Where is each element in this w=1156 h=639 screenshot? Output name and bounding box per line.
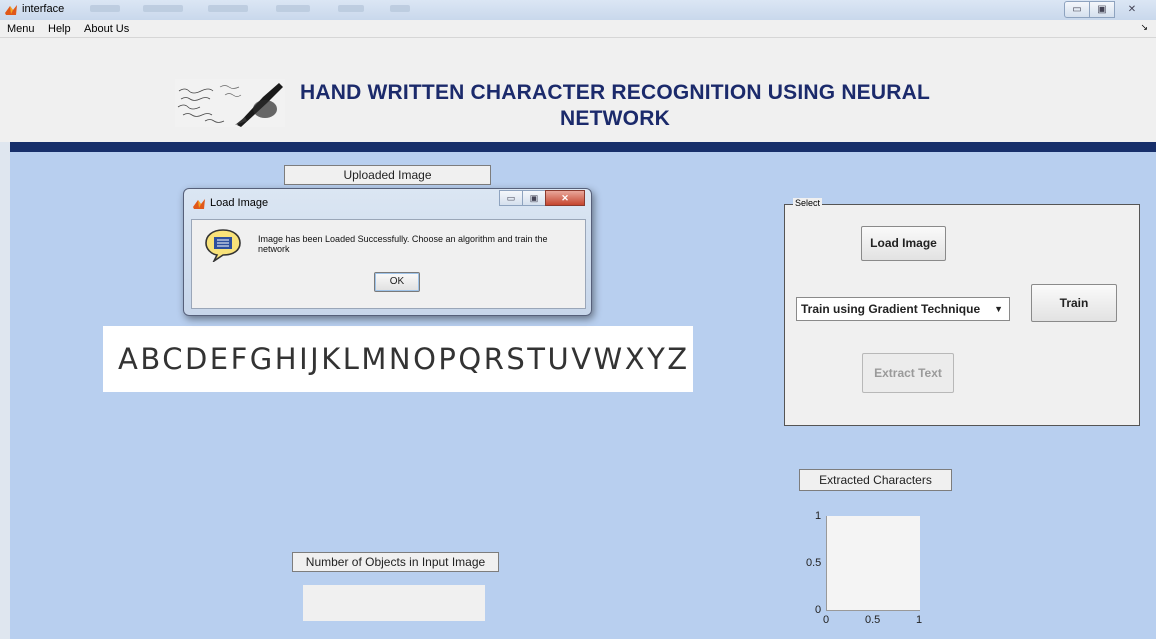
y-tick-label: 0.5 <box>806 557 822 569</box>
load-image-button[interactable]: Load Image <box>861 226 946 261</box>
x-tick-label: 1 <box>916 614 923 626</box>
window-controls: ▭ ▣ ✕ <box>1064 1 1150 18</box>
dialog-message: Image has been Loaded Successfully. Choo… <box>258 234 548 254</box>
page-title: HAND WRITTEN CHARACTER RECOGNITION USING… <box>290 80 940 132</box>
blurred-tab <box>390 5 410 12</box>
close-button[interactable]: ✕ <box>1114 1 1150 18</box>
app-header: HAND WRITTEN CHARACTER RECOGNITION USING… <box>0 38 1156 142</box>
dialog-controls: ▭ ▣ ✕ <box>499 190 585 206</box>
blurred-tab <box>208 5 248 12</box>
number-of-objects-field <box>303 585 485 621</box>
menubar: Menu Help About Us ↘ <box>0 20 1156 38</box>
y-tick-label: 0 <box>815 604 822 616</box>
maximize-button[interactable]: ▣ <box>1089 1 1115 18</box>
matlab-icon <box>5 5 17 15</box>
menu-item-about-us[interactable]: About Us <box>84 23 129 35</box>
extracted-characters-axes <box>826 516 920 611</box>
train-button[interactable]: Train <box>1031 284 1117 322</box>
blurred-tab <box>143 5 183 12</box>
dialog-title: Load Image <box>210 197 269 209</box>
dialog-maximize-button[interactable]: ▣ <box>522 190 546 206</box>
window-titlebar: interface ▭ ▣ ✕ <box>0 0 1156 20</box>
algorithm-select-value: Train using Gradient Technique <box>801 302 981 316</box>
menu-item-menu[interactable]: Menu <box>7 23 35 35</box>
dialog-minimize-button[interactable]: ▭ <box>499 190 523 206</box>
x-tick-label: 0.5 <box>865 614 881 626</box>
blurred-tab <box>276 5 310 12</box>
dialog-body: Image has been Loaded Successfully. Choo… <box>191 219 586 309</box>
uploaded-image-label: Uploaded Image <box>284 165 491 185</box>
extracted-characters-label: Extracted Characters <box>799 469 952 491</box>
algorithm-select[interactable]: Train using Gradient Technique ▼ <box>796 297 1010 321</box>
window-title: interface <box>22 3 65 15</box>
page-title-line2: NETWORK <box>560 107 670 130</box>
number-of-objects-label: Number of Objects in Input Image <box>292 552 499 572</box>
blurred-tab <box>90 5 120 12</box>
handwriting-pen-image <box>175 79 285 127</box>
header-divider <box>10 142 1156 152</box>
select-panel-legend: Select <box>793 198 823 208</box>
dialog-close-button[interactable]: ✕ <box>545 190 585 206</box>
y-tick-label: 1 <box>815 510 822 522</box>
chevron-down-icon: ▼ <box>994 304 1003 314</box>
extract-text-button[interactable]: Extract Text <box>862 353 954 393</box>
help-bubble-icon <box>205 229 241 262</box>
minimize-button[interactable]: ▭ <box>1064 1 1090 18</box>
page-title-line1: HAND WRITTEN CHARACTER RECOGNITION USING… <box>299 81 931 104</box>
x-tick-label: 0 <box>823 614 830 626</box>
load-image-dialog: Load Image ▭ ▣ ✕ Image has been Loaded S… <box>183 188 592 316</box>
uploaded-image-text: ABCDEFGHIJKLMNOPQRSTUVWXYZ <box>118 342 690 376</box>
uploaded-image: ABCDEFGHIJKLMNOPQRSTUVWXYZ <box>103 326 693 392</box>
blurred-tab <box>338 5 364 12</box>
menu-item-help[interactable]: Help <box>48 23 71 35</box>
ok-button[interactable]: OK <box>374 272 420 292</box>
toolbar-toggle-icon[interactable]: ↘ <box>1140 22 1148 33</box>
matlab-icon <box>193 199 205 209</box>
